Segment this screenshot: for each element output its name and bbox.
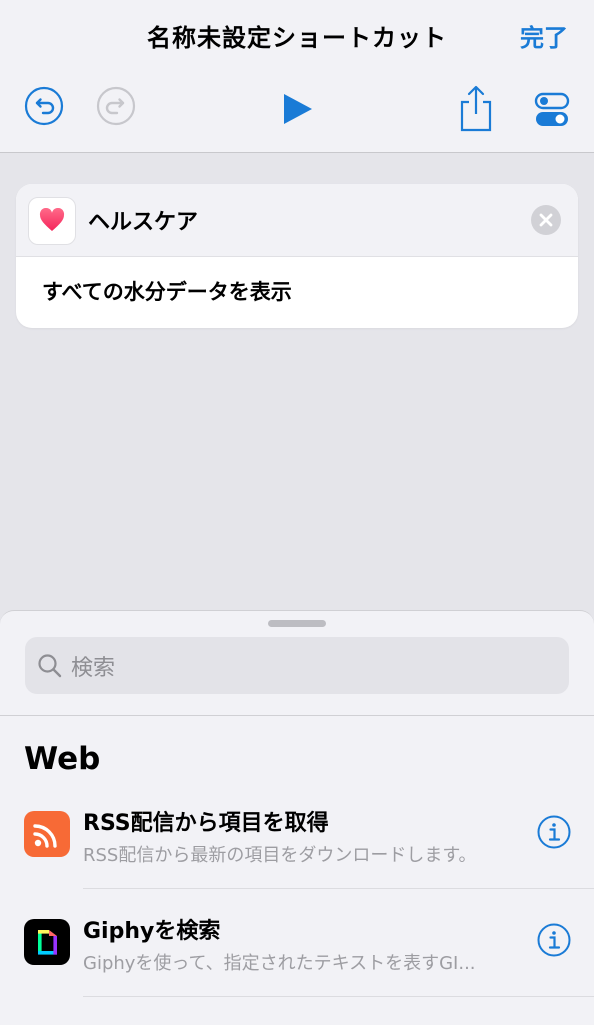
shortcut-title[interactable]: 名称未設定ショートカット [0, 18, 594, 53]
undo-button[interactable] [24, 86, 64, 126]
search-field[interactable]: 検索 [25, 637, 569, 694]
sheet-grabber[interactable] [268, 620, 326, 627]
rss-icon [24, 811, 70, 857]
search-icon [38, 654, 62, 678]
close-icon [531, 205, 561, 235]
done-button[interactable]: 完了 [520, 18, 568, 53]
search-placeholder: 検索 [71, 656, 116, 681]
action-app-name: ヘルスケア [88, 210, 199, 235]
item-subtitle: Giphyを使って、指定されたテキストを表すGI... [83, 953, 476, 974]
editor-header: 名称未設定ショートカット 完了 [0, 0, 594, 153]
giphy-icon [24, 919, 70, 965]
info-icon [537, 815, 571, 849]
remove-action-button[interactable] [530, 204, 562, 240]
play-button[interactable] [280, 92, 314, 126]
settings-toggle-icon [534, 92, 570, 126]
health-app-icon [28, 197, 76, 245]
share-icon [460, 85, 492, 132]
row-divider [83, 996, 594, 997]
heart-icon [39, 208, 65, 231]
action-text: すべての水分データを表示 [42, 280, 292, 304]
play-icon [284, 94, 312, 124]
section-title: Web [24, 741, 101, 777]
share-button[interactable] [458, 84, 494, 132]
item-title: Giphyを検索 [83, 919, 221, 944]
action-card[interactable]: ヘルスケア すべての水分データを表示 [16, 184, 578, 328]
settings-button[interactable] [534, 92, 570, 128]
info-button[interactable] [537, 923, 571, 961]
divider [0, 715, 594, 716]
row-divider [83, 888, 594, 889]
action-card-header: ヘルスケア [16, 184, 578, 257]
actions-sheet: 検索 Web RSS配信から項目を取得 RSS配信から最新の項目をダウンロードし… [0, 610, 594, 1025]
item-title: RSS配信から項目を取得 [83, 811, 329, 836]
info-button[interactable] [537, 815, 571, 853]
redo-icon [96, 86, 136, 126]
info-icon [537, 923, 571, 957]
item-subtitle: RSS配信から最新の項目をダウンロードします。 [83, 845, 477, 866]
undo-icon [24, 86, 64, 126]
redo-button[interactable] [96, 86, 136, 126]
